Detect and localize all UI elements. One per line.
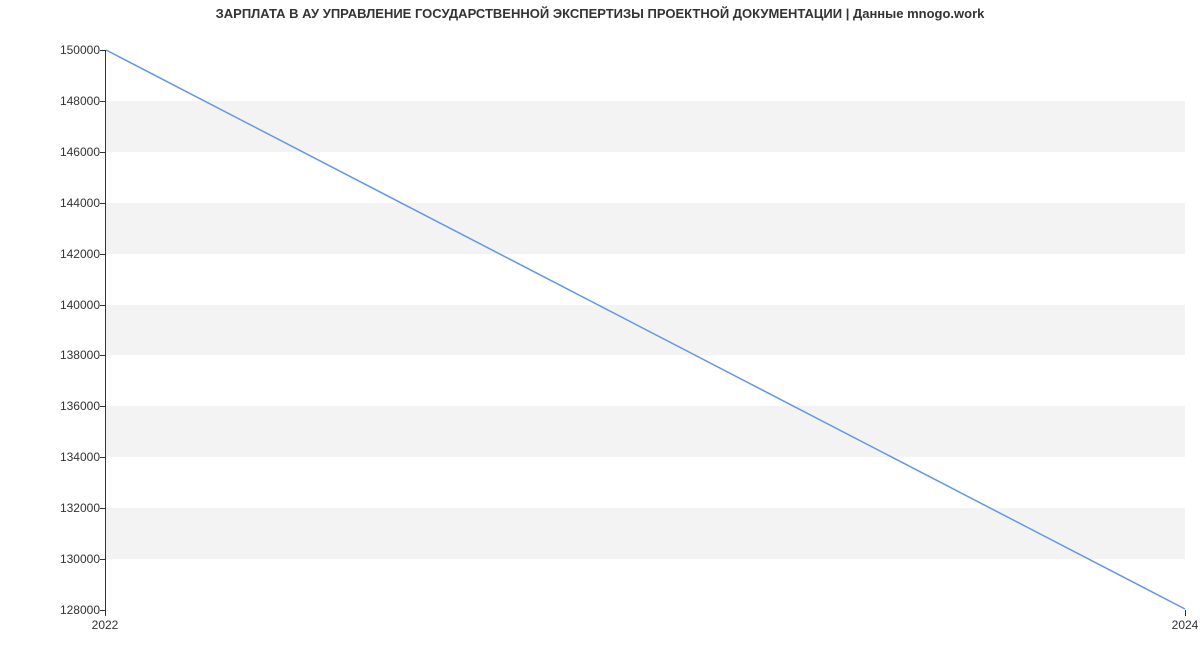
y-tick-mark	[100, 101, 106, 102]
x-tick-label: 2024	[1172, 618, 1199, 632]
series-line-salary	[106, 50, 1185, 609]
y-tick-mark	[100, 203, 106, 204]
y-tick-label: 136000	[40, 399, 100, 413]
x-tick-mark	[105, 610, 106, 616]
y-tick-label: 146000	[40, 145, 100, 159]
y-tick-mark	[100, 559, 106, 560]
y-tick-mark	[100, 406, 106, 407]
y-tick-mark	[100, 355, 106, 356]
y-tick-label: 134000	[40, 450, 100, 464]
y-tick-label: 128000	[40, 603, 100, 617]
y-tick-label: 132000	[40, 501, 100, 515]
x-tick-mark	[1185, 610, 1186, 616]
y-tick-label: 138000	[40, 348, 100, 362]
chart-title: ЗАРПЛАТА В АУ УПРАВЛЕНИЕ ГОСУДАРСТВЕННОЙ…	[0, 6, 1200, 21]
x-tick-label: 2022	[92, 618, 119, 632]
chart-container: ЗАРПЛАТА В АУ УПРАВЛЕНИЕ ГОСУДАРСТВЕННОЙ…	[0, 0, 1200, 650]
y-tick-mark	[100, 457, 106, 458]
y-tick-label: 144000	[40, 196, 100, 210]
y-tick-label: 130000	[40, 552, 100, 566]
y-tick-mark	[100, 305, 106, 306]
y-tick-mark	[100, 152, 106, 153]
chart-line-layer	[106, 50, 1185, 609]
y-tick-label: 140000	[40, 298, 100, 312]
y-tick-mark	[100, 50, 106, 51]
y-tick-label: 148000	[40, 94, 100, 108]
y-tick-mark	[100, 254, 106, 255]
y-tick-mark	[100, 508, 106, 509]
plot-area	[105, 50, 1185, 610]
y-tick-label: 150000	[40, 43, 100, 57]
y-tick-label: 142000	[40, 247, 100, 261]
